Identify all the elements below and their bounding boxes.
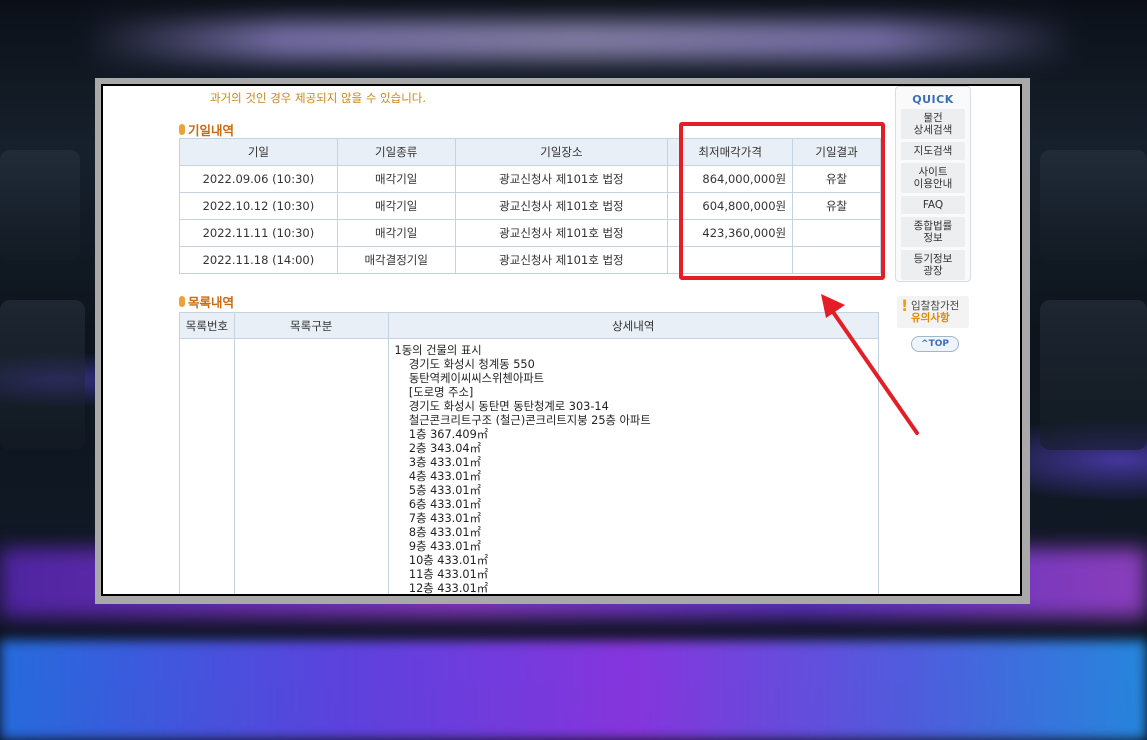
col-header-detail: 상세내역 [387,312,880,339]
background-key [0,300,85,450]
place-cell: 광교신청사 제101호 법정 [454,165,669,193]
detail-line: 10층 433.01㎡ [394,554,489,567]
detail-line: 4층 433.01㎡ [394,470,481,483]
detail-line: 8층 433.01㎡ [394,526,481,539]
quick-item-detail-search[interactable]: 물건 상세검색 [901,109,965,139]
list-type-cell [233,338,389,594]
detail-cell: 1동의 건물의 표시 경기도 화성시 청계동 550 동탄역케이씨씨스위첸아파트… [387,338,880,595]
auction-section-title: 기일내역 [179,120,234,139]
col-header-list-type: 목록구분 [233,312,389,339]
detail-line: 경기도 화성시 동탄면 동탄청계로 303-14 [394,400,609,413]
detail-line: 5층 433.01㎡ [394,484,481,497]
date-cell: 2022.09.06 (10:30) [179,165,338,193]
quick-item-map-search[interactable]: 지도검색 [901,142,965,160]
background-glow [80,20,1080,60]
quick-menu-title: QUICK [912,93,954,106]
table-row: 1동의 건물의 표시 경기도 화성시 청계동 550 동탄역케이씨씨스위첸아파트… [179,338,880,595]
screenshot-frame: 과거의 것인 경우 제공되지 않을 수 있습니다. 기일내역 기일 기일종류 기… [95,78,1030,604]
bullet-icon [179,124,185,135]
detail-line: [도로명 주소] [394,386,474,399]
quick-menu: QUICK 물건 상세검색 지도검색 사이트 이용안내 FAQ 종합법률 정보 … [895,86,971,282]
type-cell: 매각기일 [336,219,456,247]
date-cell: 2022.10.12 (10:30) [179,192,338,220]
place-cell: 광교신청사 제101호 법정 [454,219,669,247]
date-cell: 2022.11.18 (14:00) [179,246,338,274]
background-key [1040,300,1147,450]
table-header-row: 목록번호 목록구분 상세내역 [179,312,880,339]
exclamation-icon: ! [901,296,909,315]
detail-line: 12층 433.01㎡ [394,582,489,595]
quick-item-registry-info[interactable]: 등기정보 광장 [901,250,965,280]
type-cell: 매각기일 [336,192,456,220]
quick-item-faq[interactable]: FAQ [901,196,965,214]
detail-line: 11층 433.01㎡ [394,568,489,581]
browser-screen: 과거의 것인 경우 제공되지 않을 수 있습니다. 기일내역 기일 기일종류 기… [101,84,1022,596]
col-header-place: 기일장소 [454,138,669,166]
place-cell: 광교신청사 제101호 법정 [454,246,669,274]
date-cell: 2022.11.11 (10:30) [179,219,338,247]
col-header-list-no: 목록번호 [179,312,235,339]
detail-line: 2층 343.04㎡ [394,442,481,455]
place-cell: 광교신청사 제101호 법정 [454,192,669,220]
detail-line: 철근콘크리트구조 (철근)콘크리트지붕 25층 아파트 [394,414,651,427]
background-glow [0,640,1147,740]
bullet-icon [179,296,185,307]
notice-line1: 입찰참가전 [911,300,960,312]
background-key [1040,150,1147,260]
col-header-date: 기일 [179,138,338,166]
background-key [0,150,80,260]
type-cell: 매각결정기일 [336,246,456,274]
quick-item-site-guide[interactable]: 사이트 이용안내 [901,163,965,193]
detail-line: 6층 433.01㎡ [394,498,481,511]
notice-line2: 유의사항 [911,312,950,324]
detail-line: 동탄역케이씨씨스위첸아파트 [394,372,545,385]
red-highlight-box [679,122,885,280]
quick-item-law-info[interactable]: 종합법률 정보 [901,217,965,247]
col-header-type: 기일종류 [336,138,456,166]
detail-line: 9층 433.01㎡ [394,540,481,553]
type-cell: 매각기일 [336,165,456,193]
list-table: 목록번호 목록구분 상세내역 1동의 건물의 표시 경기도 화성시 청계동 55… [179,312,880,595]
detail-line: 3층 433.01㎡ [394,456,481,469]
detail-lines: 1동의 건물의 표시 경기도 화성시 청계동 550 동탄역케이씨씨스위첸아파트… [394,344,874,595]
bidding-notice-link[interactable]: ! 입찰참가전 유의사항 [897,296,969,328]
top-button[interactable]: ^TOP [911,336,959,352]
list-no-cell [179,338,235,594]
detail-line: 7층 433.01㎡ [394,512,481,525]
detail-line: 1층 367.409㎡ [394,428,489,441]
notice-text: 과거의 것인 경우 제공되지 않을 수 있습니다. [210,91,427,105]
list-section-title: 목록내역 [179,292,234,311]
detail-line: 1동의 건물의 표시 [394,344,482,357]
detail-line: 경기도 화성시 청계동 550 [394,358,535,371]
